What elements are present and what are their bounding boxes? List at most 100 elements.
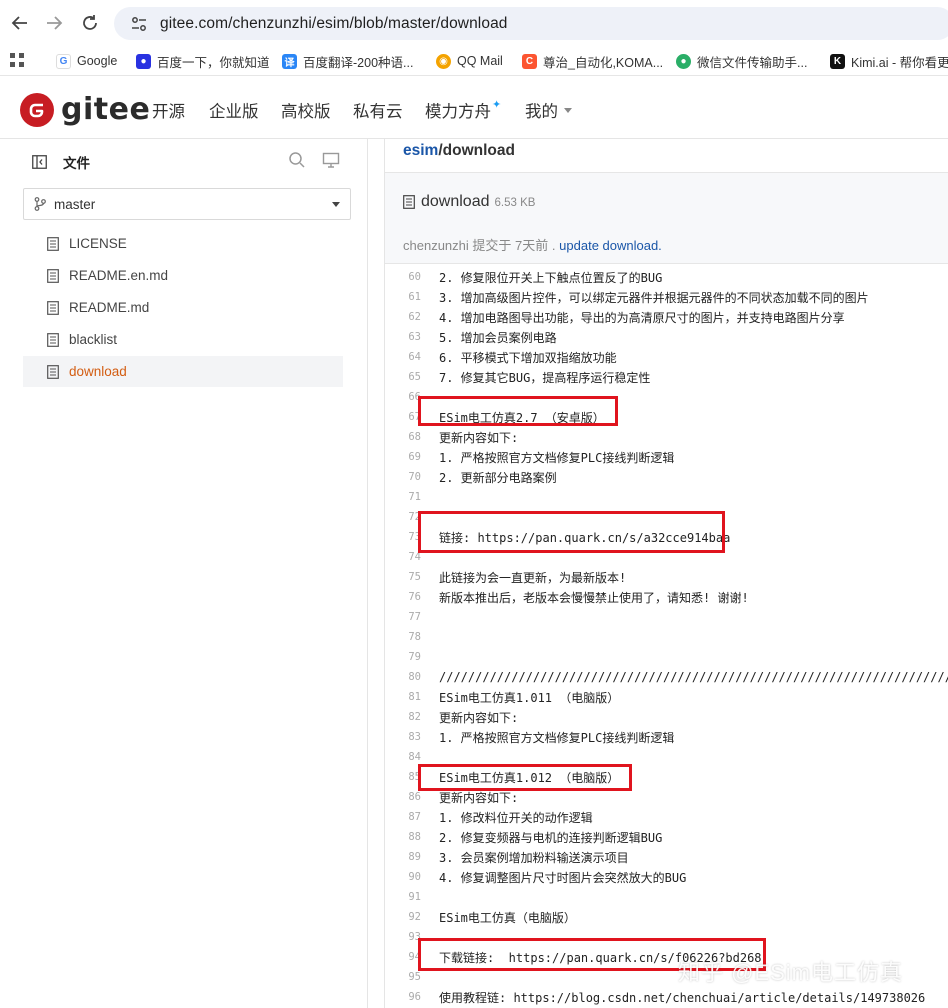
line-number[interactable]: 81	[385, 691, 421, 703]
bookmark-baidu[interactable]: ● 百度一下，你就知道	[136, 52, 270, 70]
line-number[interactable]: 60	[385, 271, 421, 283]
line-text: 6. 平移模式下增加双指缩放功能	[439, 350, 617, 365]
line-number[interactable]: 85	[385, 771, 421, 783]
bookmarks-bar: G Google ● 百度一下，你就知道 译 百度翻译-200种语... ◉ Q…	[0, 46, 948, 76]
line-number[interactable]: 80	[385, 671, 421, 683]
wechat-icon: ●	[676, 53, 691, 69]
line-number[interactable]: 65	[385, 371, 421, 383]
code-line: 77	[385, 607, 948, 627]
bookmark-csdn[interactable]: C 尊治_自动化,KOMA...	[522, 52, 663, 70]
breadcrumb-repo-link[interactable]: esim	[403, 142, 438, 159]
file-item-readme[interactable]: README.md	[23, 292, 343, 323]
branch-selector[interactable]: master	[23, 188, 351, 220]
bookmark-qq-mail[interactable]: ◉ QQ Mail	[436, 52, 503, 70]
chevron-down-icon	[564, 108, 572, 114]
line-text: 1. 修改料位开关的动作逻辑	[439, 810, 593, 825]
back-icon[interactable]	[8, 11, 32, 35]
nav-private-cloud[interactable]: 私有云	[353, 98, 403, 122]
line-number[interactable]: 70	[385, 471, 421, 483]
line-number[interactable]: 78	[385, 631, 421, 643]
site-settings-icon[interactable]	[130, 15, 148, 33]
file-item-blacklist[interactable]: blacklist	[23, 324, 343, 355]
site-header: gitee 开源 企业版 高校版 私有云 模力方舟✦ 我的	[0, 77, 948, 139]
nav-mine[interactable]: 我的	[525, 98, 572, 122]
nav-label: 高校版	[281, 103, 331, 121]
commit-action: 提交于	[472, 238, 512, 253]
line-number[interactable]: 74	[385, 551, 421, 563]
nav-open-source[interactable]: 开源	[152, 98, 185, 122]
line-number[interactable]: 96	[385, 991, 421, 1003]
line-number[interactable]: 86	[385, 791, 421, 803]
forward-icon[interactable]	[42, 11, 66, 35]
branch-name: master	[54, 196, 96, 212]
line-number[interactable]: 77	[385, 611, 421, 623]
code-line: 80 //////////////////////////////////////…	[385, 667, 948, 687]
line-number[interactable]: 75	[385, 571, 421, 583]
file-item-license[interactable]: LICENSE	[23, 228, 343, 259]
file-item-download[interactable]: download	[23, 356, 343, 387]
nav-label: 企业版	[209, 103, 259, 121]
file-icon	[47, 300, 59, 315]
git-branch-icon	[34, 197, 46, 211]
line-number[interactable]: 73	[385, 531, 421, 543]
line-number[interactable]: 76	[385, 591, 421, 603]
line-text: 3. 增加高级图片控件，可以绑定元器件并根据元器件的不同状态加载不同的图片	[439, 290, 869, 305]
address-bar[interactable]: gitee.com/chenzunzhi/esim/blob/master/do…	[114, 7, 948, 40]
line-number[interactable]: 71	[385, 491, 421, 503]
bookmark-google[interactable]: G Google	[56, 52, 117, 70]
line-number[interactable]: 89	[385, 851, 421, 863]
line-number[interactable]: 64	[385, 351, 421, 363]
google-icon: G	[56, 53, 71, 69]
bookmark-baidu-translate[interactable]: 译 百度翻译-200种语...	[282, 52, 413, 70]
line-number[interactable]: 69	[385, 451, 421, 463]
line-number[interactable]: 87	[385, 811, 421, 823]
commit-author[interactable]: chenzunzhi	[403, 238, 469, 253]
line-number[interactable]: 79	[385, 651, 421, 663]
nav-education[interactable]: 高校版	[281, 98, 331, 122]
search-icon[interactable]	[288, 151, 306, 169]
line-number[interactable]: 67	[385, 411, 421, 423]
line-number[interactable]: 95	[385, 971, 421, 983]
line-number[interactable]: 63	[385, 331, 421, 343]
code-line: 69 1. 严格按照官方文档修复PLC接线判断逻辑	[385, 447, 948, 467]
commit-message-link[interactable]: update download.	[559, 238, 662, 253]
gitee-logo[interactable]: gitee	[20, 92, 150, 127]
line-number[interactable]: 68	[385, 431, 421, 443]
line-number[interactable]: 83	[385, 731, 421, 743]
line-number[interactable]: 72	[385, 511, 421, 523]
line-number[interactable]: 92	[385, 911, 421, 923]
highlight-box	[418, 396, 618, 426]
line-number[interactable]: 88	[385, 831, 421, 843]
monitor-icon[interactable]	[322, 151, 340, 169]
code-line: 63 5. 增加会员案例电路	[385, 327, 948, 347]
apps-grid-icon[interactable]	[10, 53, 24, 72]
file-size: 6.53 KB	[494, 197, 536, 209]
nav-moli-fangzhou[interactable]: 模力方舟✦	[425, 98, 501, 122]
line-number[interactable]: 91	[385, 891, 421, 903]
reload-icon[interactable]	[78, 11, 102, 35]
line-number[interactable]: 82	[385, 711, 421, 723]
line-text: 新版本推出后，老版本会慢慢禁止使用了，请知悉! 谢谢!	[439, 590, 749, 605]
line-number[interactable]: 84	[385, 751, 421, 763]
nav-label: 模力方舟	[425, 103, 491, 121]
line-number[interactable]: 93	[385, 931, 421, 943]
code-line: 81 ESim电工仿真1.011 （电脑版）	[385, 687, 948, 707]
line-number[interactable]: 62	[385, 311, 421, 323]
line-number[interactable]: 90	[385, 871, 421, 883]
file-name: download	[69, 364, 127, 379]
line-number[interactable]: 66	[385, 391, 421, 403]
line-text: ESim电工仿真（电脑版）	[439, 910, 576, 925]
bookmark-wechat[interactable]: ● 微信文件传输助手...	[676, 52, 807, 70]
bookmark-kimi[interactable]: K Kimi.ai - 帮你看更	[830, 52, 948, 70]
browser-toolbar: gitee.com/chenzunzhi/esim/blob/master/do…	[0, 0, 948, 46]
line-text: ////////////////////////////////////////…	[439, 670, 948, 684]
line-number[interactable]: 61	[385, 291, 421, 303]
nav-enterprise[interactable]: 企业版	[209, 98, 259, 122]
line-number[interactable]: 94	[385, 951, 421, 963]
collapse-sidebar-icon[interactable]	[32, 155, 47, 169]
file-item-readme-en[interactable]: README.en.md	[23, 260, 343, 291]
file-title: download 6.53 KB	[403, 193, 535, 211]
file-tree-title: 文件	[63, 156, 90, 171]
file-icon	[403, 195, 415, 209]
line-text: 2. 更新部分电路案例	[439, 470, 557, 485]
